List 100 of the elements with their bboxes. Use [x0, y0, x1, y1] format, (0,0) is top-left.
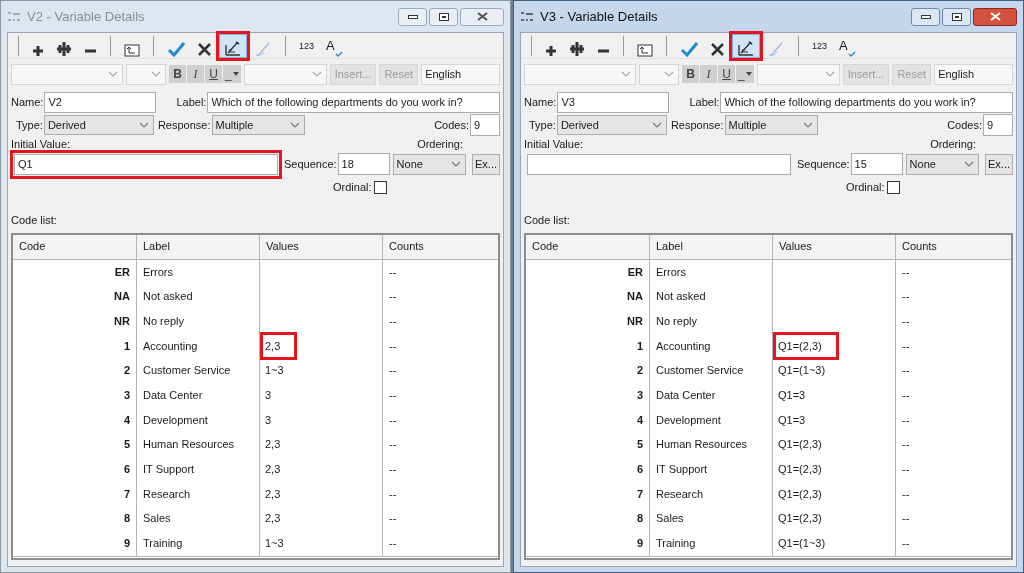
column-header[interactable]: Values — [260, 234, 383, 259]
ordering-dropdown[interactable]: None — [392, 153, 466, 175]
sequence-field[interactable]: 15 — [850, 153, 903, 175]
caret-icon — [232, 72, 239, 76]
table-cell: 2 — [13, 358, 137, 383]
language-field[interactable]: English — [934, 63, 1013, 85]
color-dropdown[interactable] — [756, 63, 840, 85]
table-cell-text: -- — [388, 536, 398, 552]
restore-button[interactable] — [942, 7, 971, 26]
name-field[interactable]: V2 — [44, 91, 157, 113]
sequence-field[interactable]: 18 — [337, 153, 390, 175]
column-header[interactable]: Code — [13, 234, 137, 259]
initial-value-field[interactable] — [527, 153, 791, 175]
table-cell: 7 — [526, 481, 650, 507]
field-label: Name: — [11, 94, 44, 110]
column-header[interactable]: Label — [137, 234, 260, 259]
table-cell-text: -- — [388, 511, 398, 527]
table-cell-text: -- — [388, 264, 398, 280]
ex-button[interactable]: Ex... — [985, 153, 1013, 175]
field-label: Type: — [529, 117, 556, 133]
table-cell: 5 — [526, 432, 650, 457]
minimize-button[interactable] — [911, 7, 940, 26]
table-cell: Development — [650, 407, 773, 433]
label-field[interactable]: Which of the following departments do you work in? — [207, 91, 500, 113]
response-dropdown[interactable]: Multiple — [211, 115, 305, 135]
table-cell: 9 — [526, 531, 650, 556]
ruler-pencil-icon — [224, 39, 242, 57]
ordinal-checkbox[interactable] — [886, 180, 900, 194]
type-dropdown[interactable]: Derived — [556, 115, 667, 135]
field-label: Name: — [524, 94, 557, 110]
format-button[interactable]: U — [205, 65, 222, 83]
column-header[interactable]: Code — [526, 234, 650, 259]
table-cell: Customer Service — [137, 358, 260, 383]
table-cell-text: Q1=(2,3) — [777, 462, 823, 478]
plus-icon — [545, 44, 557, 57]
tool-button[interactable]: 123 — [294, 33, 320, 58]
table-cell: Research — [650, 481, 773, 507]
table-cell-text: 1~3 — [264, 536, 285, 552]
format-button[interactable]: B — [169, 65, 186, 83]
table-cell: Research — [137, 481, 260, 507]
table-cell-text: -- — [388, 289, 398, 305]
field-label: Response: — [157, 117, 211, 133]
table-cell-text: 3 — [264, 412, 273, 428]
ordinal-checkbox[interactable] — [373, 180, 387, 194]
table-cell: Sales — [650, 506, 773, 532]
restore-icon — [951, 12, 962, 21]
ex-button[interactable]: Ex... — [472, 153, 500, 175]
table-cell-text: 2,3 — [264, 486, 282, 502]
type-dropdown[interactable]: Derived — [43, 115, 154, 135]
table-cell-text: -- — [901, 338, 911, 354]
table-cell: Training — [650, 531, 773, 556]
field-label: Code list: — [523, 213, 571, 228]
tool-button[interactable]: A — [834, 33, 861, 58]
tool-button[interactable]: 123 — [807, 33, 833, 58]
tool-button[interactable] — [219, 33, 247, 58]
caret-icon — [802, 122, 813, 128]
column-header[interactable]: Values — [773, 234, 896, 259]
table-cell-text: 3 — [264, 388, 273, 404]
table-cell-text: -- — [901, 313, 911, 329]
field-label: Code list: — [10, 213, 58, 228]
format-button[interactable]: _ — [223, 65, 241, 83]
tool-button[interactable]: A — [321, 33, 348, 58]
column-header[interactable]: Counts — [383, 234, 498, 259]
ordering-dropdown[interactable]: None — [905, 153, 979, 175]
table-cell-text: -- — [901, 388, 911, 404]
minimize-icon — [920, 14, 931, 19]
check-icon — [334, 50, 343, 57]
tool-button[interactable] — [732, 33, 760, 58]
column-header[interactable]: Label — [650, 234, 773, 259]
response-dropdown[interactable]: Multiple — [724, 115, 818, 135]
format-button[interactable]: I — [187, 65, 204, 83]
field-label: Initial Value: — [524, 136, 584, 152]
table-cell-text: -- — [388, 338, 398, 354]
codes-field[interactable]: 9 — [470, 114, 500, 136]
column-header[interactable]: Counts — [896, 234, 1011, 259]
table-cell: Data Center — [137, 382, 260, 408]
color-dropdown[interactable] — [243, 63, 327, 85]
table-cell: 8 — [13, 506, 137, 532]
minimize-button[interactable] — [398, 7, 427, 26]
label-field[interactable]: Which of the following departments do you work in? — [720, 91, 1013, 113]
close-button[interactable] — [973, 7, 1017, 26]
field-label: Codes: — [434, 117, 469, 133]
restore-button[interactable] — [429, 7, 458, 26]
table-cell: 9 — [13, 531, 137, 556]
format-button[interactable]: B — [682, 65, 699, 83]
table-cell: 4 — [526, 407, 650, 433]
caret-icon — [108, 71, 118, 77]
table-cell: NA — [526, 284, 650, 309]
table-cell-text: 2,3 — [264, 511, 282, 527]
name-field[interactable]: V3 — [557, 91, 670, 113]
format-button[interactable]: I — [700, 65, 717, 83]
format-button[interactable]: _ — [736, 65, 754, 83]
table-cell: 4 — [13, 407, 137, 433]
close-button[interactable] — [460, 7, 504, 26]
language-field[interactable]: English — [421, 63, 500, 85]
check-icon — [847, 50, 856, 57]
table-cell: 6 — [526, 457, 650, 482]
codes-field[interactable]: 9 — [983, 114, 1013, 136]
folder-icon — [637, 41, 653, 57]
format-button[interactable]: U — [718, 65, 735, 83]
